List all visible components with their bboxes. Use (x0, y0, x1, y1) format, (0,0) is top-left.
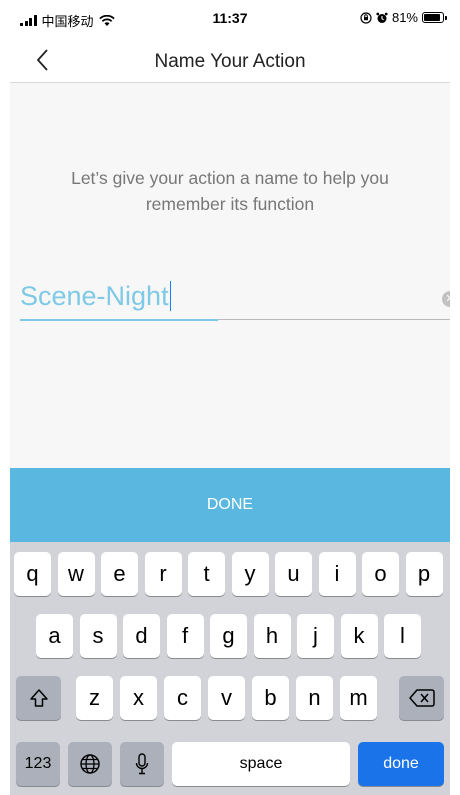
app-screen: 中国移动 11:37 81% Name Your Action Let’s gi… (10, 0, 450, 795)
space-key[interactable]: space (172, 742, 350, 786)
key-s[interactable]: s (79, 614, 117, 658)
key-p[interactable]: p (405, 552, 443, 596)
key-e[interactable]: e (101, 552, 138, 596)
key-label: u (287, 561, 300, 586)
status-right: 81% (360, 10, 447, 25)
key-a[interactable]: a (36, 614, 73, 658)
key-label: a (48, 623, 61, 648)
battery-icon (422, 12, 447, 23)
numbers-key[interactable]: 123 (16, 742, 60, 786)
key-y[interactable]: y (231, 552, 269, 596)
key-c[interactable]: c (164, 676, 201, 720)
key-label: r (159, 561, 167, 586)
key-k[interactable]: k (340, 614, 378, 658)
key-b[interactable]: b (252, 676, 289, 720)
key-label: s (92, 623, 104, 648)
page-title: Name Your Action (154, 51, 306, 72)
keyboard-done-label: done (383, 755, 419, 772)
shift-icon (29, 689, 48, 707)
key-t[interactable]: t (188, 552, 225, 596)
key-label: e (113, 561, 126, 586)
field-underline (218, 319, 450, 320)
done-button[interactable]: DONE (10, 468, 450, 542)
microphone-key[interactable] (120, 742, 164, 786)
content-area: Let’s give your action a name to help yo… (10, 83, 450, 468)
key-i[interactable]: i (318, 552, 356, 596)
key-w[interactable]: w (57, 552, 95, 596)
key-d[interactable]: d (123, 614, 160, 658)
key-label: g (222, 623, 235, 648)
key-label: q (26, 561, 39, 586)
key-label: h (265, 623, 279, 648)
field-underline-active (20, 319, 218, 321)
status-bar: 中国移动 11:37 81% (10, 0, 450, 38)
keyboard-done-key[interactable]: done (358, 742, 444, 786)
key-label: m (349, 685, 368, 710)
key-j[interactable]: j (297, 614, 334, 658)
action-name-field[interactable]: Scene-Night ✕ (20, 281, 450, 321)
backspace-icon (408, 689, 435, 707)
keyboard: q w e r t y u i o p a s d f g h j k l z x c v b n m 123 space d… (10, 542, 450, 795)
orientation-lock-icon (360, 11, 372, 24)
key-label: f (181, 623, 189, 648)
key-v[interactable]: v (208, 676, 245, 720)
key-label: p (417, 561, 431, 586)
key-r[interactable]: r (144, 552, 182, 596)
key-u[interactable]: u (275, 552, 312, 596)
clear-circle-icon[interactable]: ✕ (442, 291, 450, 307)
numbers-key-label: 123 (24, 755, 52, 772)
key-z[interactable]: z (76, 676, 113, 720)
key-h[interactable]: h (253, 614, 291, 658)
key-label: d (135, 623, 148, 648)
microphone-icon (135, 753, 149, 775)
space-key-label: space (239, 755, 283, 772)
key-label: y (244, 561, 256, 586)
shift-key[interactable] (16, 676, 61, 720)
key-label: w (68, 561, 84, 586)
key-label: v (221, 685, 232, 710)
alarm-icon (376, 12, 388, 23)
key-q[interactable]: q (14, 552, 51, 596)
key-label: j (313, 623, 318, 648)
key-label: k (353, 623, 365, 648)
key-f[interactable]: f (166, 614, 204, 658)
key-label: x (133, 685, 144, 710)
key-label: i (334, 561, 340, 586)
globe-icon (80, 754, 100, 774)
key-l[interactable]: l (384, 614, 421, 658)
key-x[interactable]: x (120, 676, 157, 720)
action-name-input[interactable]: Scene-Night (20, 281, 172, 312)
key-label: c (177, 685, 188, 710)
nav-bar: Name Your Action (10, 38, 450, 83)
instruction-text: Let’s give your action a name to help yo… (71, 168, 389, 214)
globe-key[interactable] (68, 742, 112, 786)
action-name-value: Scene-Night (20, 281, 169, 311)
backspace-key[interactable] (399, 676, 444, 720)
key-label: b (264, 685, 277, 710)
key-m[interactable]: m (340, 676, 377, 720)
key-g[interactable]: g (210, 614, 247, 658)
key-label: n (308, 685, 321, 710)
key-label: t (203, 561, 210, 586)
key-n[interactable]: n (296, 676, 333, 720)
battery-percent: 81% (391, 10, 418, 25)
key-label: l (400, 623, 405, 648)
text-caret (169, 281, 172, 311)
key-label: o (374, 561, 387, 586)
key-o[interactable]: o (362, 552, 399, 596)
key-label: z (89, 685, 100, 710)
